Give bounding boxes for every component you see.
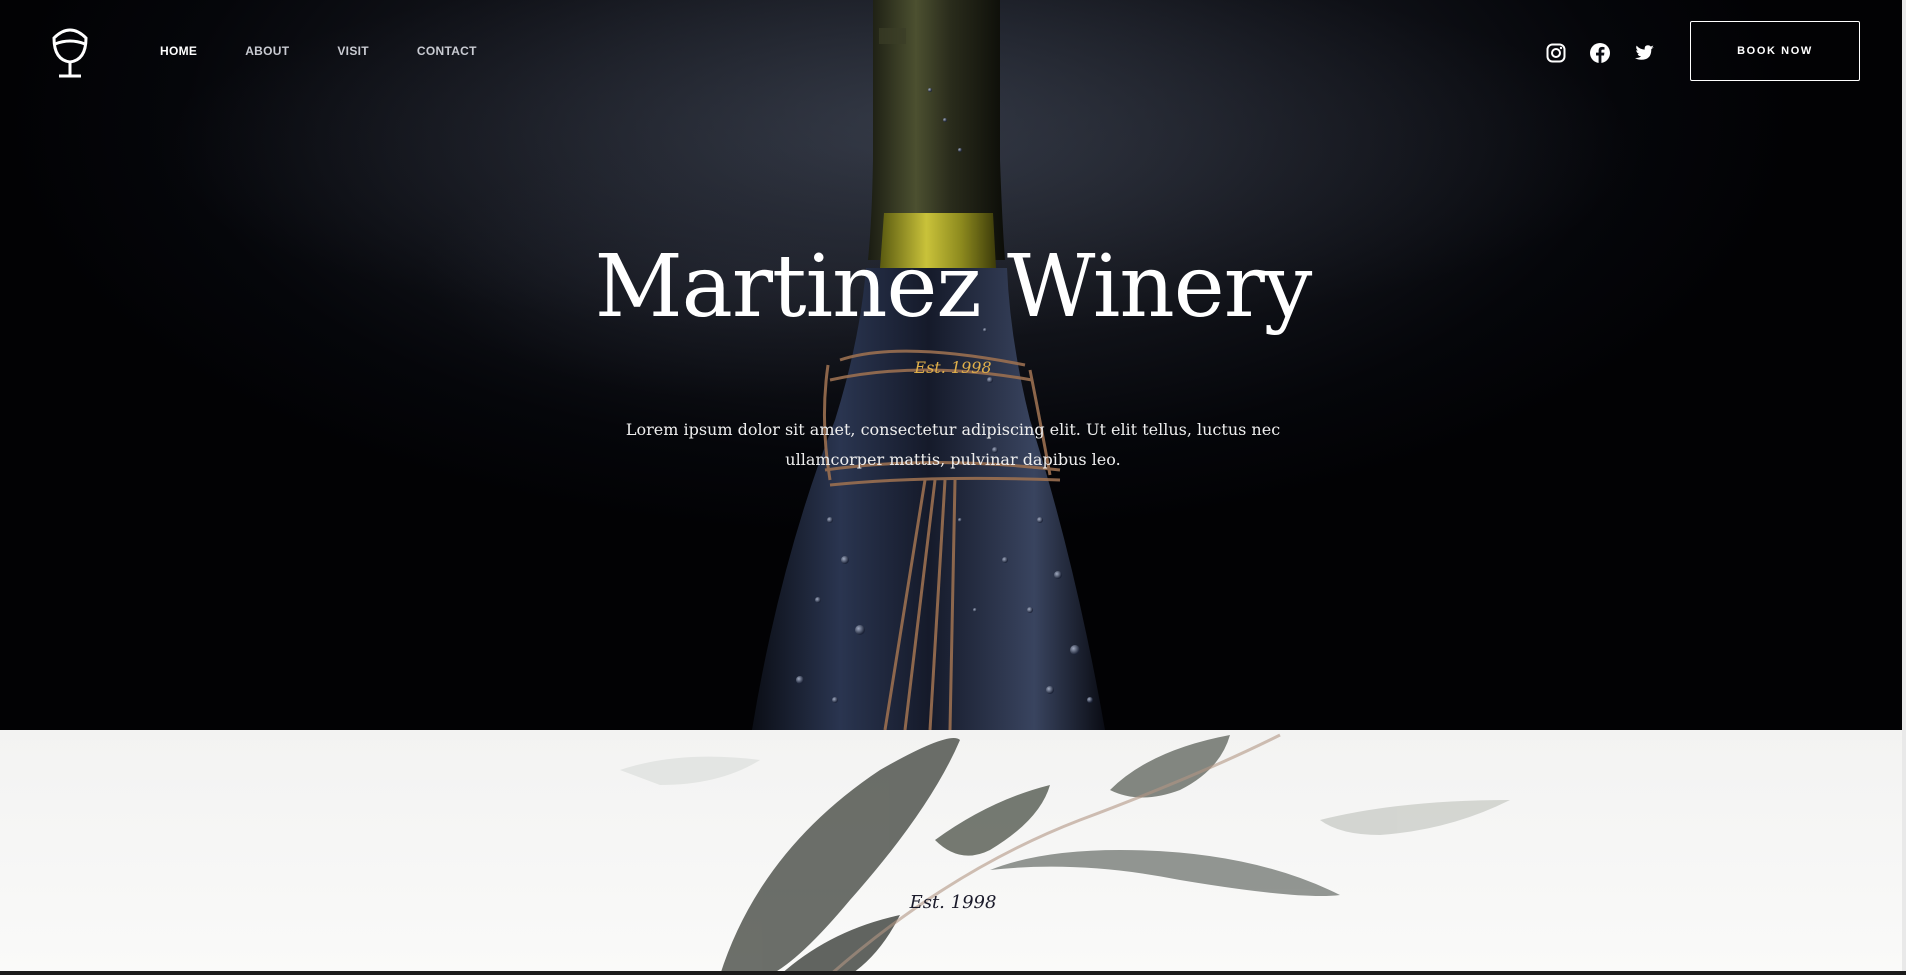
leaves-background-image <box>620 733 1510 975</box>
nav-item-visit[interactable]: VISIT <box>337 44 369 58</box>
hero-title: Martinez Winery <box>594 237 1313 337</box>
hero-description: Lorem ipsum dolor sit amet, consectetur … <box>625 420 1281 469</box>
twitter-icon[interactable] <box>1633 42 1655 64</box>
scrollbar-track[interactable] <box>1902 0 1906 975</box>
main-nav: HOME ABOUT VISIT CONTACT <box>160 44 525 58</box>
hero-section: HOME ABOUT VISIT CONTACT BOOK NOW Martin… <box>0 0 1906 730</box>
bottom-divider <box>0 971 1906 975</box>
nav-item-contact[interactable]: CONTACT <box>417 44 477 58</box>
site-header: HOME ABOUT VISIT CONTACT BOOK NOW <box>0 0 1906 104</box>
facebook-icon[interactable] <box>1589 42 1611 64</box>
nav-item-home[interactable]: HOME <box>160 44 197 58</box>
nav-item-about[interactable]: ABOUT <box>245 44 289 58</box>
wine-glass-icon[interactable] <box>48 24 92 80</box>
intro-established: Est. 1998 <box>909 892 997 913</box>
intro-section: Est. 1998 <box>0 730 1906 975</box>
book-now-button[interactable]: BOOK NOW <box>1690 21 1860 81</box>
instagram-icon[interactable] <box>1545 42 1567 64</box>
page: HOME ABOUT VISIT CONTACT BOOK NOW Martin… <box>0 0 1906 975</box>
hero-established: Est. 1998 <box>914 358 992 377</box>
